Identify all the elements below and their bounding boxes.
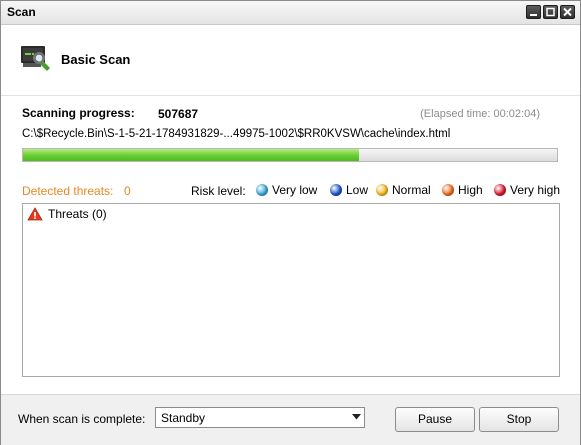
risk-legend-label: Normal: [392, 183, 431, 197]
threats-tree-root[interactable]: Threats (0): [27, 207, 107, 221]
risk-legend-label: High: [458, 183, 483, 197]
very-low-dot-icon: [256, 184, 268, 196]
title-bar[interactable]: Scan: [1, 1, 580, 25]
minimize-icon: [530, 14, 537, 16]
risk-legend-normal: Normal: [376, 183, 431, 197]
maximize-icon: [546, 7, 555, 17]
scanner-icon: [21, 46, 50, 71]
footer-bar: When scan is complete: Standby Pause Sto…: [1, 394, 580, 445]
scan-window: Scan Basic Scan Scanning progress: 50768…: [0, 0, 581, 445]
risk-legend-very-high: Very high: [494, 183, 560, 197]
normal-dot-icon: [376, 184, 388, 196]
scan-header: Basic Scan: [1, 25, 580, 95]
progress-label: Scanning progress:: [22, 106, 135, 120]
high-dot-icon: [442, 184, 454, 196]
risk-legend-very-low: Very low: [256, 183, 317, 197]
close-button[interactable]: [560, 5, 575, 19]
elapsed-time: (Elapsed time: 00:02:04): [420, 108, 540, 120]
risk-legend-label: Very high: [510, 183, 561, 197]
low-dot-icon: [330, 184, 342, 196]
detected-threats-label: Detected threats:: [22, 184, 114, 198]
header-divider: [1, 95, 580, 96]
minimize-button[interactable]: [526, 5, 541, 19]
warning-icon: [27, 207, 43, 221]
close-icon: [563, 7, 572, 17]
when-complete-select[interactable]: Standby: [155, 407, 365, 428]
scan-progress-fill: [23, 149, 360, 161]
window-title: Scan: [7, 5, 36, 19]
pause-button[interactable]: Pause: [395, 407, 475, 432]
stop-button[interactable]: Stop: [479, 407, 559, 432]
risk-legend-label: Low: [346, 183, 369, 197]
very-high-dot-icon: [494, 184, 506, 196]
detected-threats-count: 0: [124, 184, 131, 198]
dropdown-arrow-icon: [352, 414, 361, 420]
scan-progress-bar: [22, 148, 558, 162]
when-complete-value: Standby: [161, 411, 206, 425]
threats-tree-label: Threats (0): [48, 207, 107, 221]
risk-legend-high: High: [442, 183, 483, 197]
scan-type-title: Basic Scan: [61, 52, 131, 67]
risk-level-label: Risk level:: [191, 184, 246, 198]
when-complete-label: When scan is complete:: [18, 412, 146, 426]
maximize-button[interactable]: [543, 5, 558, 19]
risk-legend-low: Low: [330, 183, 368, 197]
threats-list[interactable]: Threats (0): [22, 203, 560, 377]
scanned-count: 507687: [158, 107, 199, 121]
current-scan-path: C:\$Recycle.Bin\S-1-5-21-1784931829-...4…: [22, 128, 451, 140]
risk-legend-label: Very low: [272, 183, 318, 197]
